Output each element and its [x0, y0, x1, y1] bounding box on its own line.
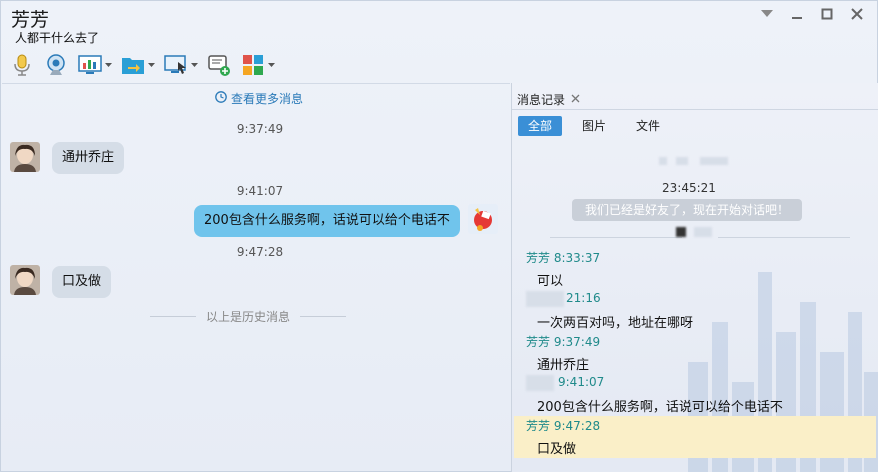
pixelated-date: [700, 157, 728, 165]
outgoing-message-bubble[interactable]: 200包含什么服务啊，话说可以给个电话不: [194, 205, 460, 237]
contact-name: 芳芳: [11, 9, 50, 31]
record-header: 芳芳 9:37:49: [526, 333, 600, 350]
send-sms-button[interactable]: [206, 51, 232, 79]
apps-grid-icon: [240, 52, 266, 78]
tab-underline: [512, 109, 878, 110]
message-timestamp: 9:41:07: [236, 184, 284, 198]
close-icon[interactable]: [845, 5, 869, 23]
pixelated-sender: [526, 375, 554, 391]
microphone-icon: [9, 52, 35, 78]
chevron-down-icon[interactable]: [104, 52, 112, 78]
record-time: 8:33:37: [553, 251, 601, 265]
chevron-down-icon[interactable]: [190, 52, 198, 78]
record-time: 9:37:49: [553, 335, 601, 349]
record-sender: 芳芳: [526, 251, 551, 265]
message-add-icon: [206, 52, 232, 78]
record-sender: 芳芳: [526, 335, 551, 349]
clock-icon: [215, 91, 227, 106]
record-header: 芳芳 8:33:37: [526, 249, 600, 266]
system-timestamp: 23:45:21: [662, 181, 716, 195]
video-call-button[interactable]: [43, 51, 69, 79]
pixelated-date: [676, 227, 686, 237]
voice-call-button[interactable]: [9, 51, 35, 79]
record-time: 21:16: [566, 291, 601, 305]
app-button[interactable]: [77, 51, 112, 79]
filter-files[interactable]: 文件: [626, 116, 670, 136]
contact-status: 人都干什么去了: [15, 31, 100, 45]
chevron-down-icon[interactable]: [147, 52, 155, 78]
avatar[interactable]: [10, 142, 40, 172]
minimize-icon[interactable]: [785, 5, 809, 23]
dropdown-icon[interactable]: [755, 5, 779, 23]
system-notice: 我们已经是好友了，现在开始对话吧！: [572, 199, 803, 221]
record-text[interactable]: 200包含什么服务啊，话说可以给个电话不: [537, 396, 783, 415]
record-header: 芳芳 9:47:28: [526, 417, 600, 434]
pixelated-date: [659, 157, 667, 165]
history-divider-label: 以上是历史消息: [206, 310, 291, 324]
view-more-messages-link[interactable]: 查看更多消息: [215, 90, 303, 107]
remote-desktop-button[interactable]: [163, 51, 198, 79]
record-time: 9:41:07: [558, 375, 605, 389]
maximize-icon[interactable]: [815, 5, 839, 23]
remote-monitor-icon: [163, 52, 189, 78]
send-file-button[interactable]: [120, 51, 155, 79]
pixelated-sender: [526, 291, 564, 307]
record-text[interactable]: 可以: [537, 270, 563, 289]
pixelated-date: [676, 157, 688, 165]
filter-all[interactable]: 全部: [518, 116, 563, 136]
divider-line: [550, 237, 682, 238]
folder-arrow-icon: [120, 52, 146, 78]
tab-message-history[interactable]: 消息记录: [517, 88, 580, 110]
window-controls: [755, 5, 869, 23]
divider-line: [150, 316, 196, 317]
monitor-chart-icon: [77, 52, 103, 78]
chevron-down-icon[interactable]: [267, 52, 275, 78]
apps-button[interactable]: [240, 51, 275, 79]
avatar[interactable]: [468, 204, 498, 234]
pixelated-date: [694, 227, 712, 237]
record-text[interactable]: 通卅乔庄: [537, 354, 589, 373]
record-text[interactable]: 一次两百对吗，地址在哪呀: [537, 312, 693, 331]
close-tab-icon[interactable]: [571, 92, 580, 106]
message-timestamp: 9:37:49: [236, 122, 284, 136]
record-sender: 芳芳: [526, 419, 551, 433]
record-time: 9:47:28: [553, 419, 601, 433]
chat-window: 芳芳 人都干什么去了 查看更多消息 9:37:49 通卅乔庄 9:41:07 2…: [0, 0, 878, 472]
avatar[interactable]: [10, 265, 40, 295]
divider-line: [300, 316, 347, 317]
filter-images[interactable]: 图片: [572, 116, 616, 136]
record-text[interactable]: 口及做: [537, 438, 576, 457]
history-divider: 以上是历史消息: [150, 308, 347, 325]
message-history-pane: 消息记录 全部 图片 文件 23:45:21 我们已经是好友了，现在开始对话吧！…: [512, 83, 878, 472]
view-more-label: 查看更多消息: [231, 92, 304, 106]
incoming-message-bubble[interactable]: 口及做: [52, 266, 112, 298]
incoming-message-bubble[interactable]: 通卅乔庄: [52, 142, 125, 174]
chat-toolbar: [9, 51, 283, 79]
divider-line: [718, 237, 850, 238]
webcam-icon: [43, 52, 69, 78]
message-timestamp: 9:47:28: [236, 245, 284, 259]
tab-label: 消息记录: [517, 92, 566, 107]
history-filters: 全部 图片 文件: [518, 116, 670, 136]
chat-messages-pane[interactable]: 查看更多消息 9:37:49 通卅乔庄 9:41:07 200包含什么服务啊，话…: [2, 83, 510, 471]
